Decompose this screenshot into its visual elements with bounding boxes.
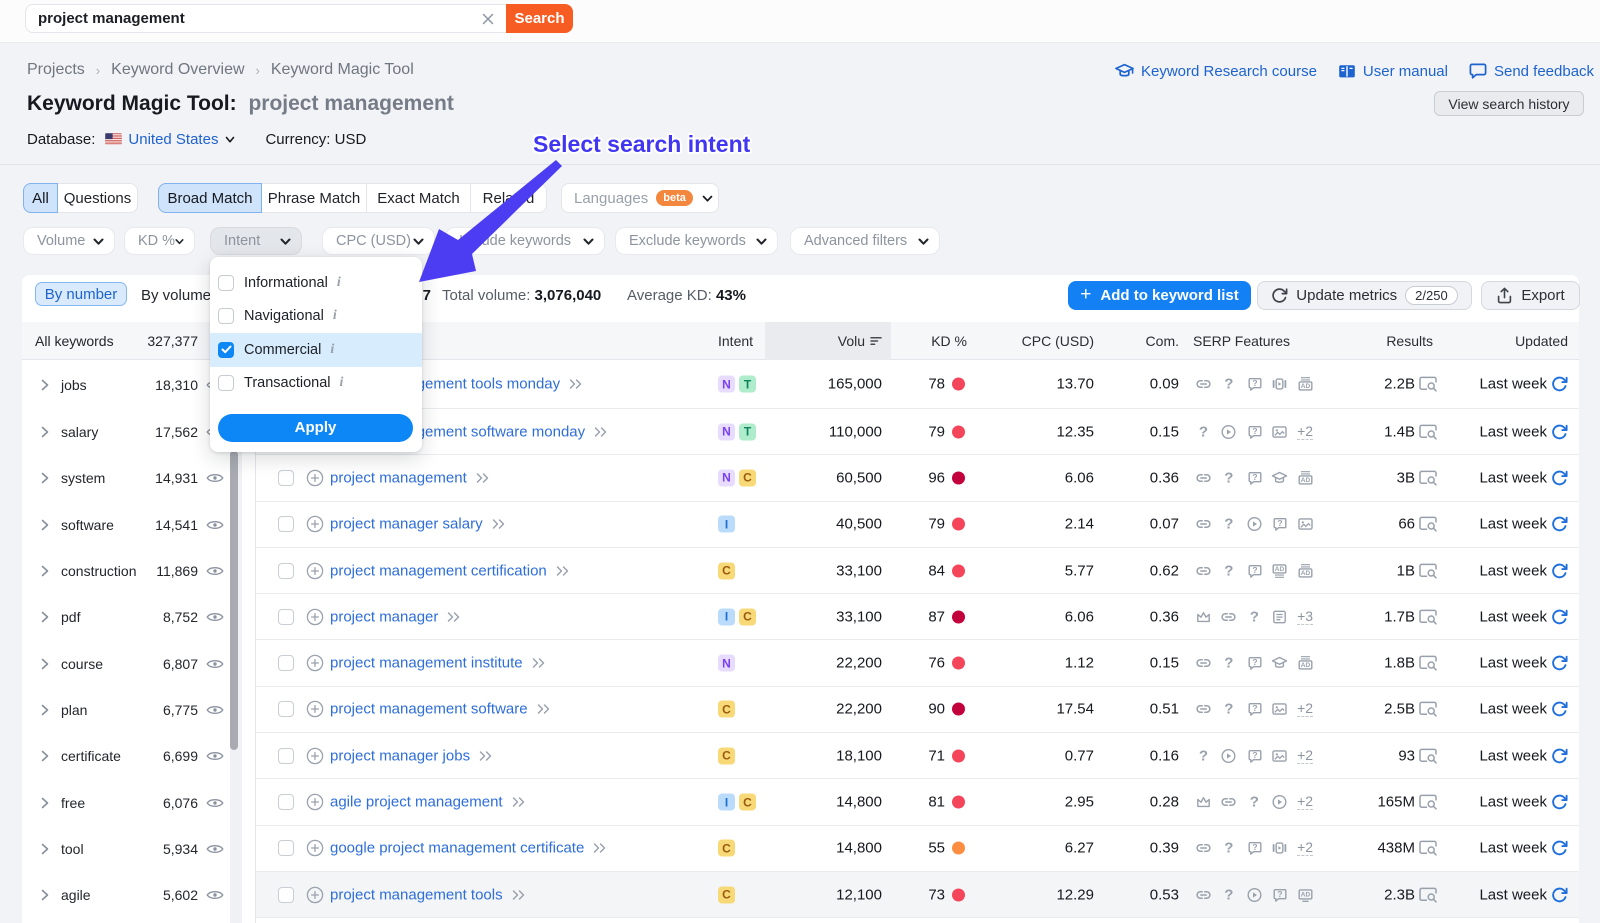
svg-text:?: ? bbox=[1252, 657, 1257, 667]
svg-text:AD: AD bbox=[1300, 477, 1310, 484]
svg-text:?: ? bbox=[1252, 842, 1257, 852]
svg-text:?: ? bbox=[1252, 378, 1257, 388]
svg-text:?: ? bbox=[1252, 426, 1257, 436]
svg-text:?: ? bbox=[1252, 472, 1257, 482]
svg-text:?: ? bbox=[1278, 518, 1283, 528]
svg-text:AD: AD bbox=[1300, 662, 1310, 669]
svg-text:?: ? bbox=[1252, 703, 1257, 713]
svg-text:?: ? bbox=[1278, 889, 1283, 899]
svg-text:?: ? bbox=[1252, 564, 1257, 574]
svg-text:AD: AD bbox=[1300, 383, 1310, 390]
svg-text:AD: AD bbox=[1300, 891, 1310, 898]
svg-text:AD: AD bbox=[1275, 566, 1285, 573]
svg-text:?: ? bbox=[1252, 750, 1257, 760]
svg-text:AD: AD bbox=[1300, 570, 1310, 577]
